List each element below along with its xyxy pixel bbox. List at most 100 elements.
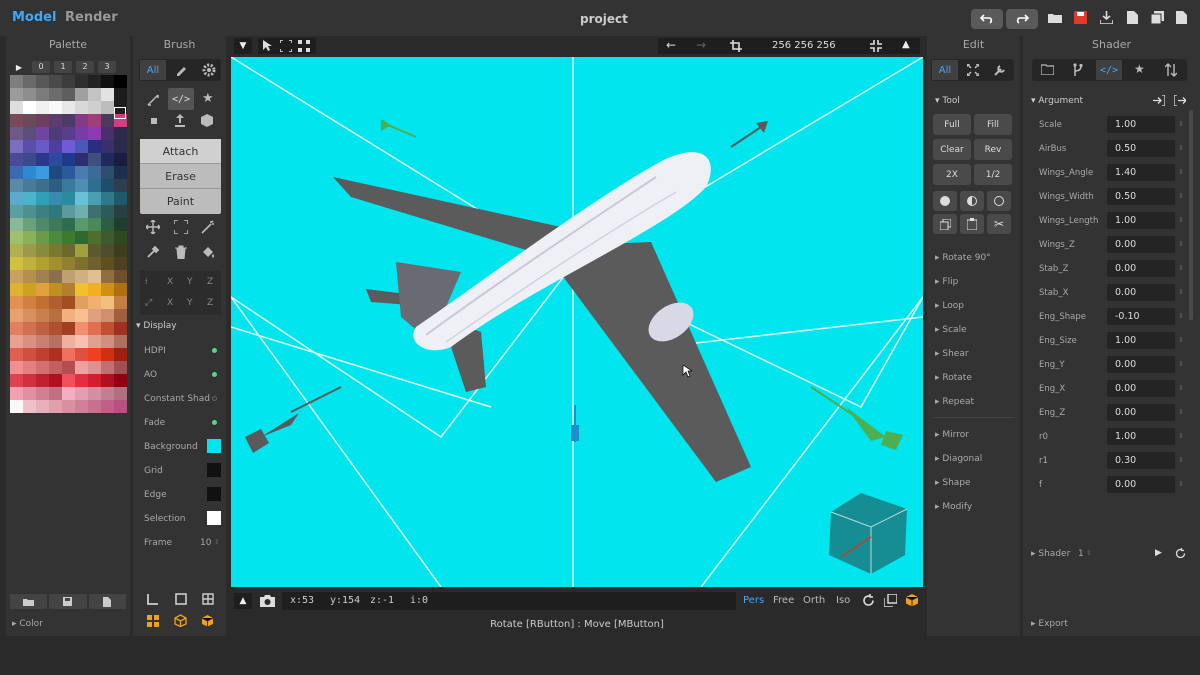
palette-swatch[interactable] [36,400,49,413]
palette-swatch[interactable] [101,127,114,140]
palette-swatch[interactable] [101,231,114,244]
tab-render[interactable]: Render [65,10,118,25]
palette-swatch[interactable] [114,322,127,335]
palette-swatch[interactable] [88,88,101,101]
edit-section-repeat[interactable]: ▸ Repeat [935,397,974,407]
palette-swatch[interactable] [88,309,101,322]
palette-swatch[interactable] [23,166,36,179]
palette-swatch[interactable] [88,192,101,205]
palette-swatch[interactable] [75,153,88,166]
palette-swatch[interactable] [10,361,23,374]
palette-swatch[interactable] [49,335,62,348]
layout-icon-1[interactable] [147,593,159,605]
tool-rev-button[interactable]: Rev [974,139,1012,160]
argument-value-field[interactable]: 0.00 [1107,404,1175,421]
argument-value-field[interactable]: 0.00 [1107,356,1175,373]
palette-swatch[interactable] [75,296,88,309]
marquee-icon[interactable] [280,40,292,52]
magic-wand-icon[interactable] [201,220,215,234]
palette-swatch[interactable] [49,400,62,413]
marquee-dots-icon[interactable] [298,40,310,52]
code-icon[interactable]: </> [1096,60,1122,80]
palette-swatch[interactable] [49,140,62,153]
palette-swatch[interactable] [36,231,49,244]
arrow-left-icon[interactable]: ← [666,38,676,52]
palette-swatch[interactable] [101,218,114,231]
palette-swatch[interactable] [88,114,101,127]
palette-swatch[interactable] [10,114,23,127]
palette-swatch[interactable] [10,335,23,348]
palette-swatch[interactable] [49,309,62,322]
gear-icon[interactable] [202,63,216,77]
palette-swatch[interactable] [49,257,62,270]
palette-swatch[interactable] [36,153,49,166]
argument-value-field[interactable]: 0.00 [1107,260,1175,277]
palette-swatch[interactable] [49,166,62,179]
palette-swatch[interactable] [75,231,88,244]
palette-swatch[interactable] [49,205,62,218]
palette-swatch[interactable] [101,257,114,270]
fade-toggle[interactable] [212,420,217,425]
palette-swatch[interactable] [62,231,75,244]
palette-swatch[interactable] [114,296,127,309]
palette-swatch[interactable] [114,166,127,179]
palette-swatch[interactable] [49,244,62,257]
color-section-toggle[interactable]: ▸ Color [12,619,43,629]
palette-swatch[interactable] [23,179,36,192]
palette-swatch[interactable] [23,361,36,374]
argument-scrollbar[interactable] [1189,110,1193,320]
palette-swatch[interactable] [36,374,49,387]
palette-swatch[interactable] [23,270,36,283]
palette-swatch[interactable] [10,400,23,413]
background-color-swatch[interactable] [207,439,221,453]
palette-swatch[interactable] [75,179,88,192]
palette-swatch[interactable] [23,257,36,270]
palette-swatch[interactable] [36,244,49,257]
cube-view-icon[interactable] [905,593,919,607]
palette-swatch[interactable] [36,335,49,348]
ao-toggle[interactable] [212,372,217,377]
palette-swatch[interactable] [36,270,49,283]
palette-swatch[interactable] [88,179,101,192]
palette-swatch[interactable] [36,127,49,140]
palette-swatch[interactable] [49,101,62,114]
reset-view-icon[interactable] [862,594,875,607]
palette-swatch[interactable] [88,244,101,257]
palette-swatch[interactable] [114,244,127,257]
edit-section-mirror[interactable]: ▸ Mirror [935,430,969,440]
palette-swatch[interactable] [88,335,101,348]
palette-swatch[interactable] [23,114,36,127]
axis-z[interactable]: Z [207,298,213,308]
palette-swatch[interactable] [75,218,88,231]
palette-swatch[interactable] [114,88,127,101]
palette-page-3[interactable]: 3 [98,61,116,73]
palette-page-2[interactable]: 2 [76,61,94,73]
sphere-button[interactable] [933,191,957,211]
palette-swatch[interactable] [75,387,88,400]
undo-button[interactable] [971,9,1003,29]
run-shader-icon[interactable]: ▶ [1155,548,1162,558]
frame-value[interactable]: 10 [200,538,211,548]
palette-swatch[interactable] [23,374,36,387]
palette-swatch[interactable] [62,179,75,192]
palette-swatch[interactable] [75,400,88,413]
palette-swatch[interactable] [101,114,114,127]
new-file-icon[interactable] [1127,11,1138,24]
palette-swatch[interactable] [114,348,127,361]
argument-spinner-icon[interactable]: ⇕ [1178,288,1184,296]
import-args-icon[interactable] [1153,95,1165,106]
layout-icon-2[interactable] [175,593,187,605]
refresh-icon[interactable] [1175,548,1186,559]
palette-swatch[interactable] [88,218,101,231]
palette-swatch[interactable] [114,335,127,348]
palette-swatch[interactable] [10,309,23,322]
palette-swatch[interactable] [75,127,88,140]
palette-swatch[interactable] [75,374,88,387]
import-icon[interactable] [1100,11,1113,24]
palette-swatch[interactable] [88,101,101,114]
argument-value-field[interactable]: 1.40 [1107,164,1175,181]
palette-swatch[interactable] [101,387,114,400]
palette-swatch[interactable] [114,127,127,140]
argument-value-field[interactable]: 0.30 [1107,452,1175,469]
axis-y[interactable]: Y [187,298,193,308]
